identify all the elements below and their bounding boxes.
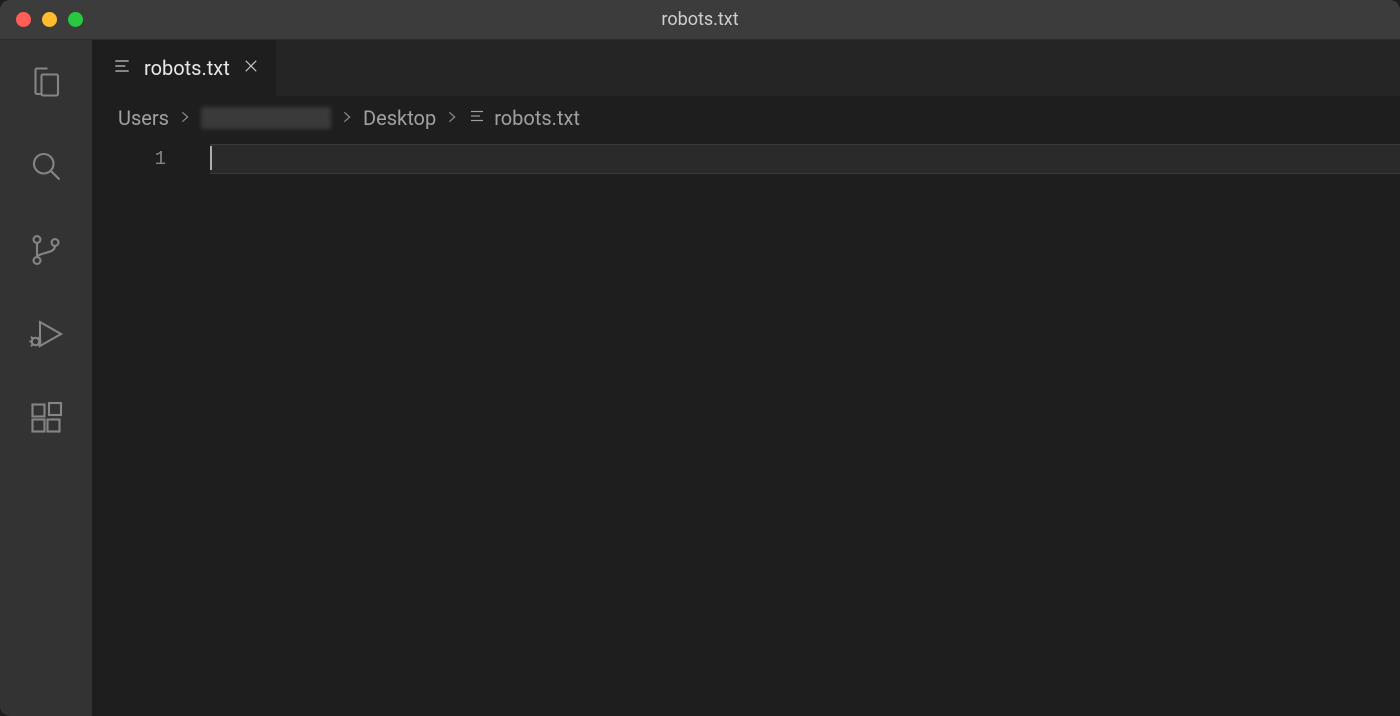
chevron-right-icon xyxy=(339,106,355,130)
extensions-icon xyxy=(28,400,64,440)
window-maximize-button[interactable] xyxy=(68,12,83,27)
breadcrumb-segment-users[interactable]: Users xyxy=(118,106,169,130)
files-icon xyxy=(28,64,64,104)
source-control-icon xyxy=(28,232,64,272)
activity-bar xyxy=(0,40,92,716)
close-icon[interactable] xyxy=(242,57,260,79)
activity-run-debug[interactable] xyxy=(26,316,66,356)
text-file-icon xyxy=(112,56,132,80)
text-file-icon xyxy=(468,106,486,130)
title-bar: robots.txt xyxy=(0,0,1400,40)
text-cursor xyxy=(210,146,212,170)
window-close-button[interactable] xyxy=(16,12,31,27)
window-title: robots.txt xyxy=(661,9,738,30)
run-debug-icon xyxy=(28,316,64,356)
editor-region: robots.txt Users Desktop robots.txt xyxy=(92,40,1400,716)
code-line[interactable] xyxy=(210,144,1400,174)
main-area: robots.txt Users Desktop robots.txt xyxy=(0,40,1400,716)
line-number: 1 xyxy=(92,144,166,174)
window-controls xyxy=(0,12,83,27)
editor-window: robots.txt xyxy=(0,0,1400,716)
breadcrumb-segment-file[interactable]: robots.txt xyxy=(494,106,580,130)
gutter: 1 xyxy=(92,140,210,716)
breadcrumb-segment-redacted[interactable] xyxy=(201,107,331,129)
activity-source-control[interactable] xyxy=(26,232,66,272)
breadcrumb-segment-desktop[interactable]: Desktop xyxy=(363,106,436,130)
search-icon xyxy=(28,148,64,188)
code-area[interactable] xyxy=(210,140,1400,716)
activity-explorer[interactable] xyxy=(26,64,66,104)
activity-search[interactable] xyxy=(26,148,66,188)
editor-body[interactable]: 1 xyxy=(92,140,1400,716)
tab-bar: robots.txt xyxy=(92,40,1400,96)
breadcrumb: Users Desktop robots.txt xyxy=(92,96,1400,140)
activity-extensions[interactable] xyxy=(26,400,66,440)
tab-robots-txt[interactable]: robots.txt xyxy=(92,40,276,96)
window-minimize-button[interactable] xyxy=(42,12,57,27)
chevron-right-icon xyxy=(177,106,193,130)
chevron-right-icon xyxy=(444,106,460,130)
tab-label: robots.txt xyxy=(144,56,230,80)
